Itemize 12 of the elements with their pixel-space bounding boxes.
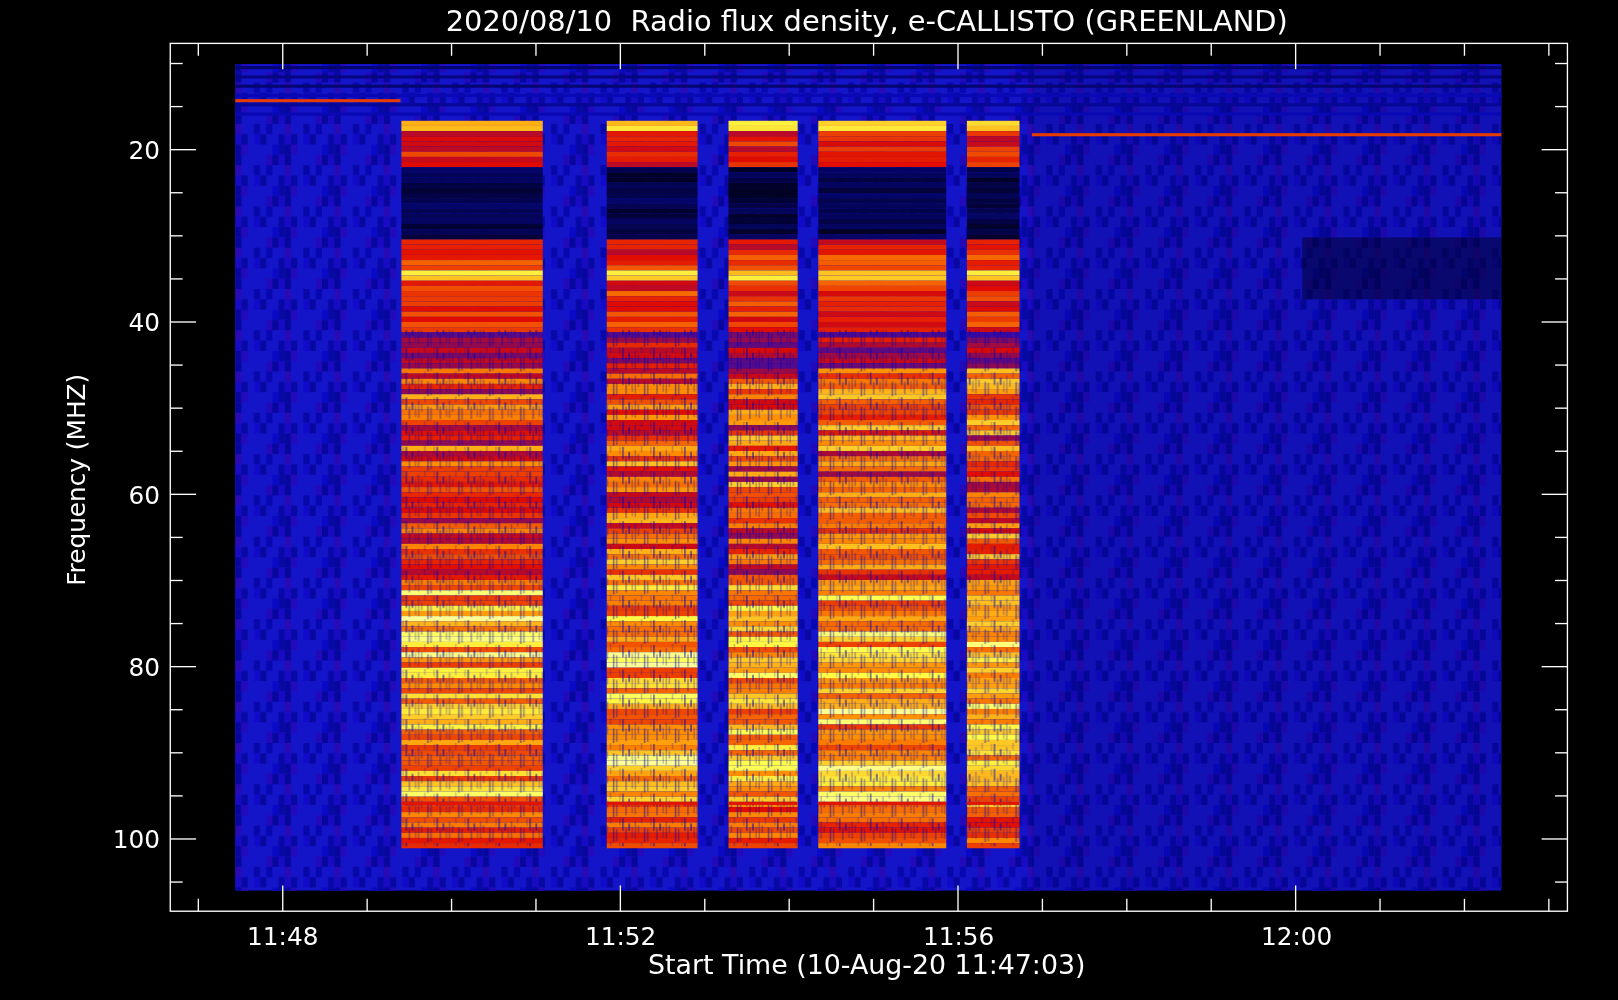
y-tick-label: 40 [128, 308, 160, 338]
chart-title: 2020/08/10 Radio flux density, e-CALLISTO (GREENLAND) [445, 4, 1288, 38]
y-tick-label: 60 [128, 480, 160, 510]
x-tick-label: 11:52 [585, 922, 657, 952]
x-tick-label: 11:48 [247, 922, 319, 952]
x-tick-label: 11:56 [922, 922, 995, 952]
y-tick-label: 80 [128, 652, 160, 682]
y-tick-label: 100 [112, 825, 160, 855]
y-tick-label: 20 [128, 135, 160, 165]
x-tick-label: 12:00 [1260, 922, 1333, 952]
x-axis-title: Start Time (10-Aug-20 11:47:03) [648, 949, 1086, 981]
y-axis-title: Frequency (MHZ) [61, 373, 91, 586]
